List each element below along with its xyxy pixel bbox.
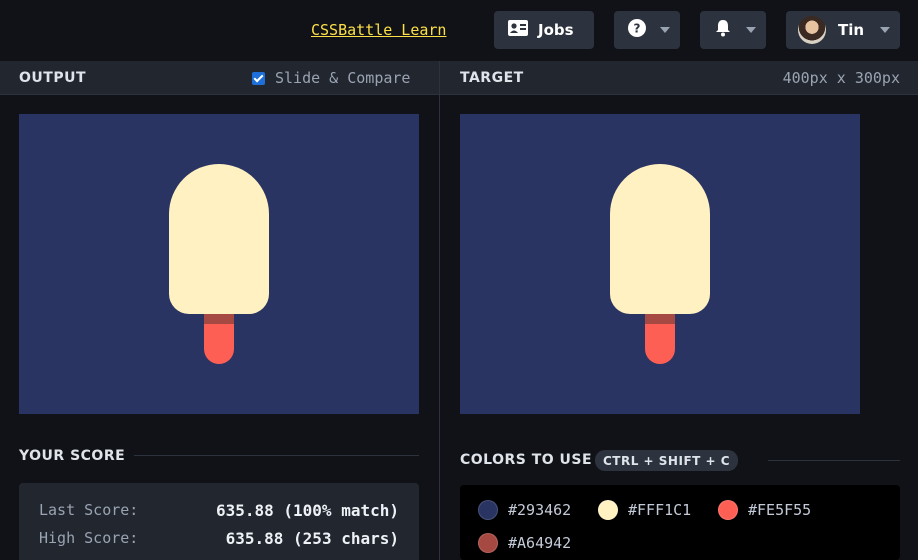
target-title: TARGET [460,69,524,86]
chevron-down-icon [660,27,670,33]
color-swatch[interactable]: #FE5F55 [718,500,811,520]
high-score-label: High Score: [39,529,139,547]
output-pane-header: OUTPUT Slide & Compare [0,61,439,95]
user-menu-button[interactable]: Tin [786,11,900,49]
top-bar: CSSBattle Learn Jobs ? Tin [0,0,918,61]
avatar [798,16,826,44]
color-hex: #293462 [508,501,572,519]
color-dot [598,500,618,520]
bell-icon [714,19,732,41]
color-swatch[interactable]: #293462 [478,500,571,520]
pane-divider[interactable] [439,61,440,560]
jobs-button[interactable]: Jobs [494,11,594,49]
color-dot [718,500,738,520]
colors-title: COLORS TO USE [460,452,593,468]
user-name: Tin [838,21,865,39]
popsicle-band [204,314,234,324]
score-title: YOUR SCORE [19,448,126,464]
colors-divider [768,460,900,461]
color-hex: #FE5F55 [748,501,812,519]
slide-compare-checkbox[interactable] [252,71,265,85]
popsicle-band [645,314,675,324]
svg-text:?: ? [634,22,641,36]
target-pane-header: TARGET 400px x 300px [440,61,918,95]
last-score-value: 635.88 (100% match) [215,501,399,520]
id-card-icon [508,20,528,40]
output-canvas[interactable] [19,114,419,414]
color-swatch[interactable]: #A64942 [478,533,571,553]
high-score-value: 635.88 (253 chars) [225,529,399,548]
slide-compare-label: Slide & Compare [275,69,411,87]
popsicle-top [610,164,710,314]
last-score-label: Last Score: [39,501,139,519]
cssbattle-learn-link[interactable]: CSSBattle Learn [311,21,446,39]
score-panel: Last Score: 635.88 (100% match) High Sco… [19,483,419,560]
popsicle-top [169,164,269,314]
output-title: OUTPUT [19,69,86,86]
chevron-down-icon [880,27,890,33]
color-swatch[interactable]: #FFF1C1 [598,500,691,520]
popsicle-stick [204,324,234,364]
question-circle-icon: ? [628,19,646,41]
chevron-down-icon [746,27,756,33]
target-canvas [460,114,860,414]
color-hex: #A64942 [508,534,572,552]
color-dot [478,533,498,553]
notifications-button[interactable] [700,11,766,49]
color-hex: #FFF1C1 [628,501,692,519]
slide-compare-toggle[interactable]: Slide & Compare [252,69,410,87]
target-dimensions: 400px x 300px [782,69,900,87]
popsicle-stick [645,324,675,364]
jobs-label: Jobs [538,21,574,39]
help-menu-button[interactable]: ? [614,11,680,49]
copy-colors-shortcut: CTRL + SHIFT + C [595,450,739,471]
score-divider [134,455,419,456]
colors-panel: #293462 #FFF1C1 #FE5F55 #A64942 [460,485,900,560]
color-dot [478,500,498,520]
